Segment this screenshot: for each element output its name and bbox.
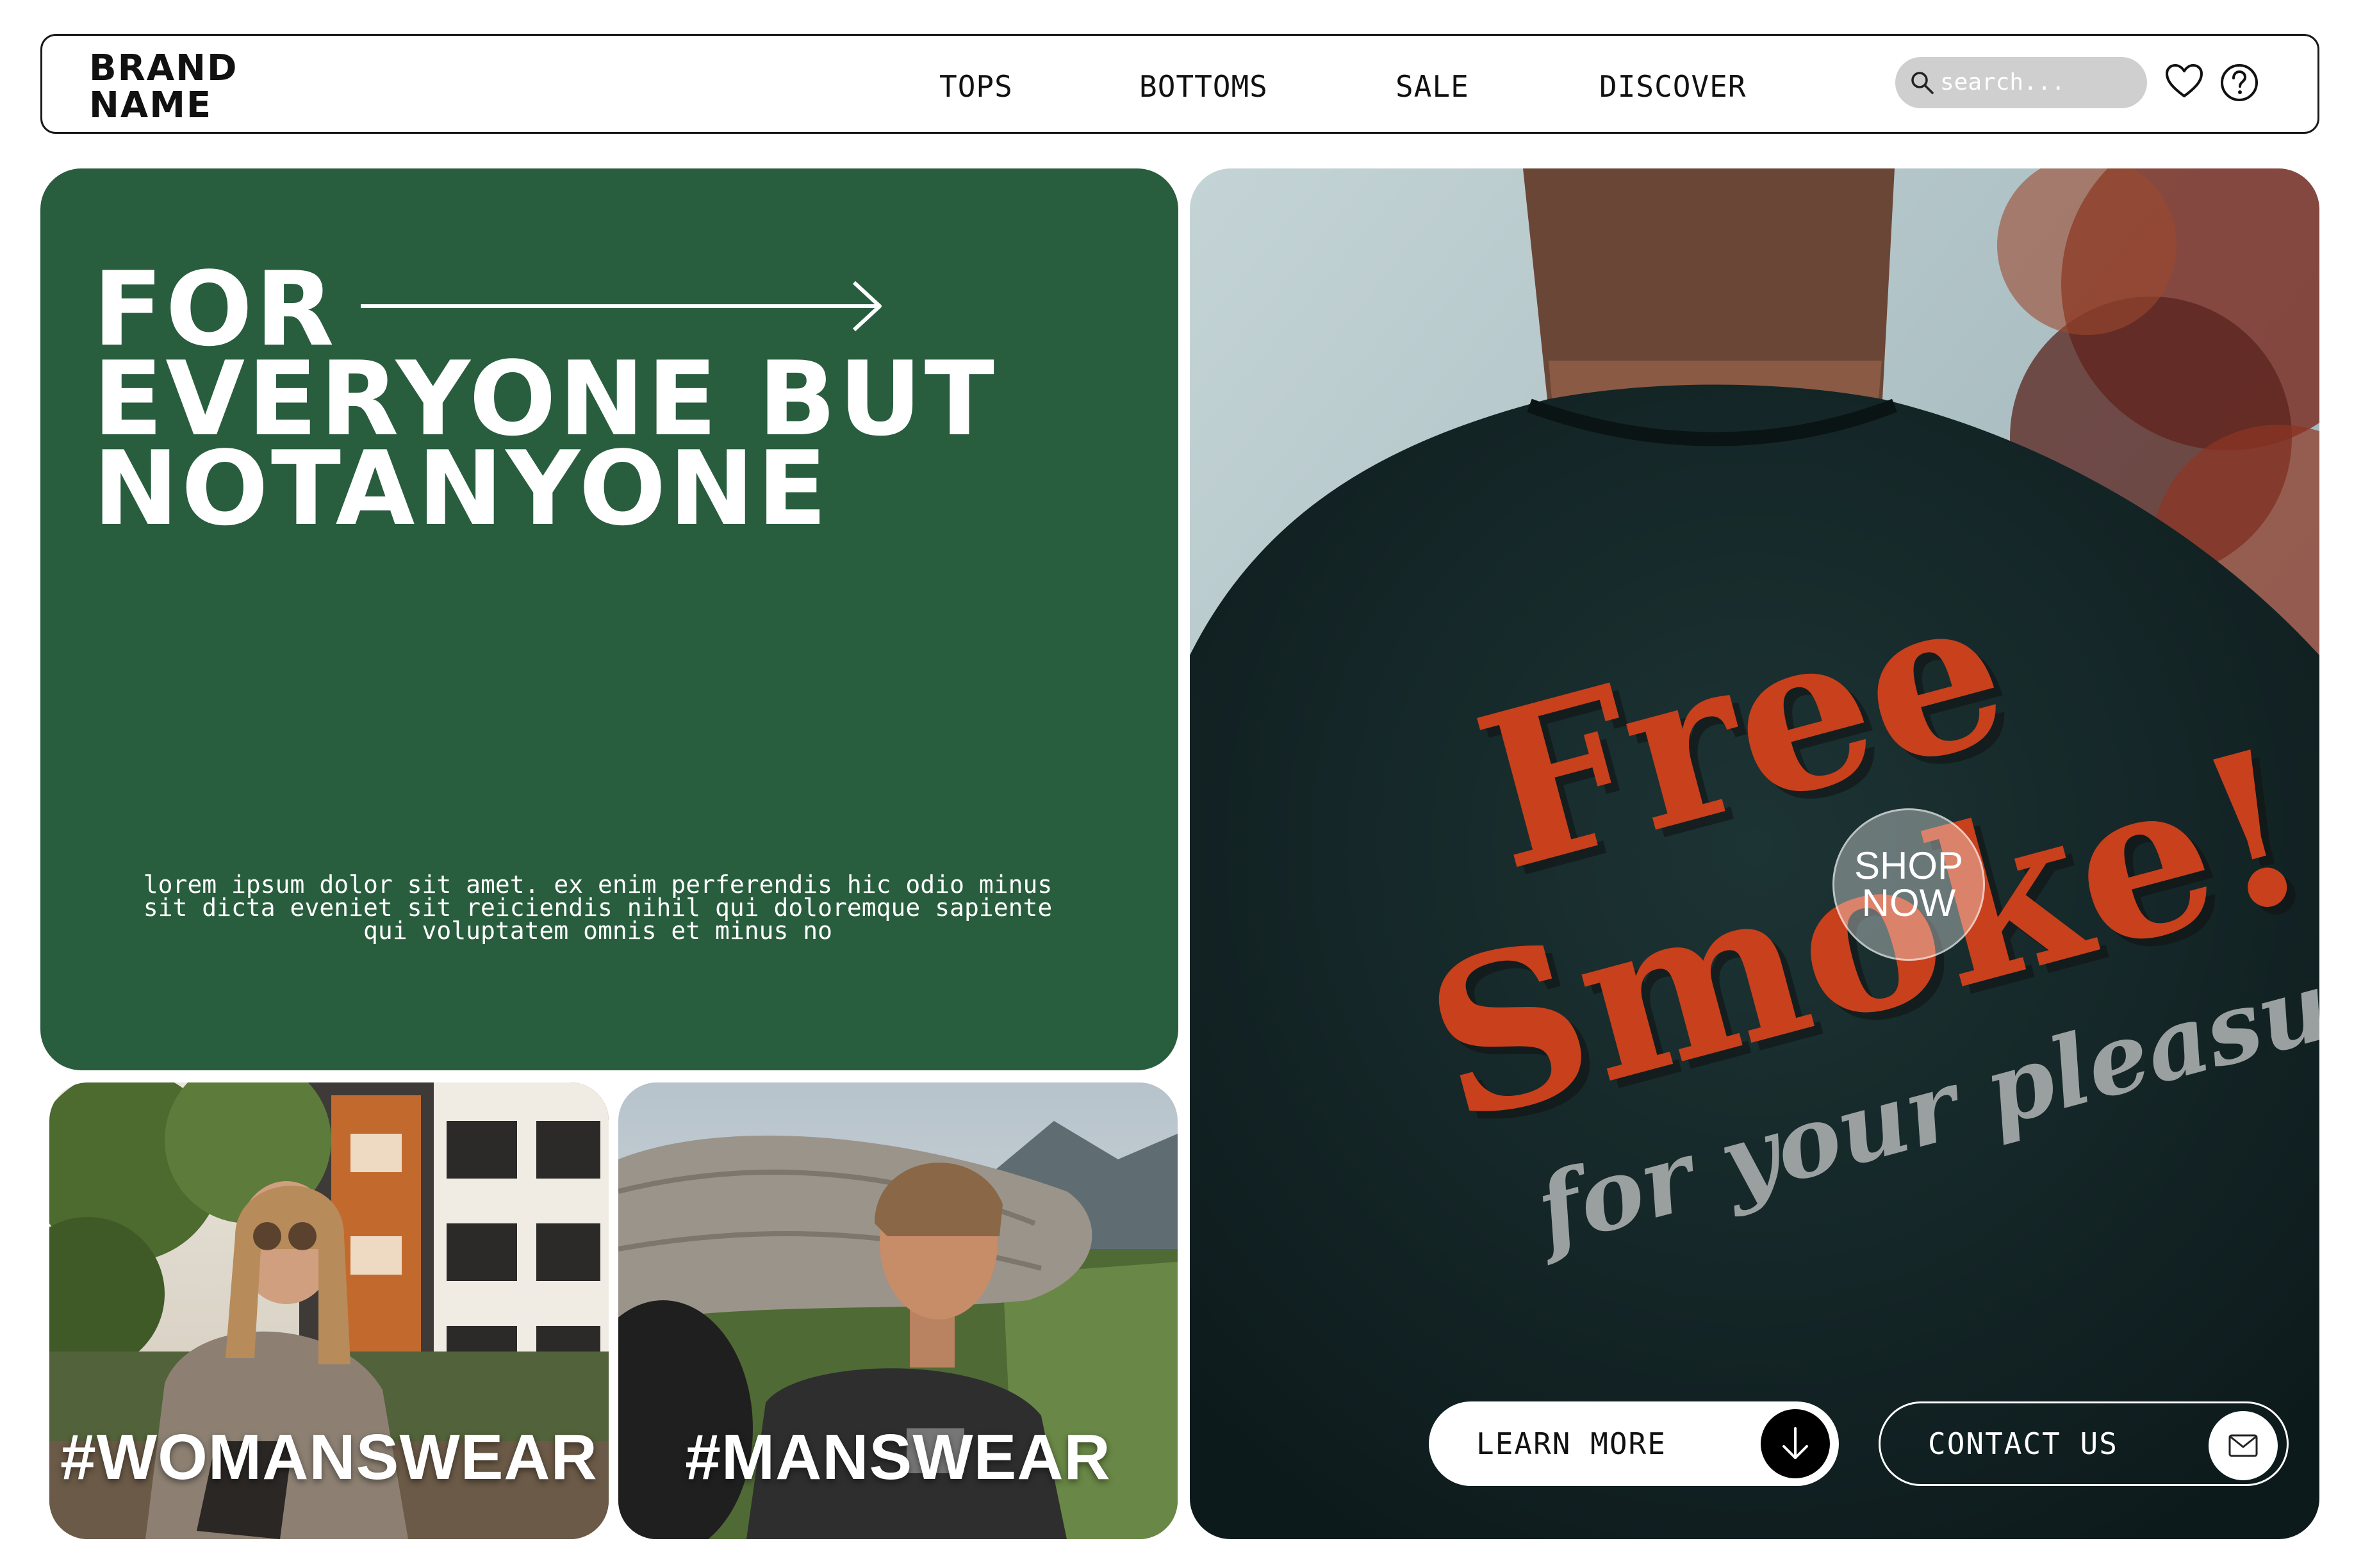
search-bar[interactable] bbox=[1895, 57, 2147, 108]
nav-link-sale[interactable]: SALE bbox=[1395, 69, 1469, 104]
arrow-right-icon bbox=[361, 281, 882, 332]
hero-description: lorem ipsum dolor sit amet. ex enim perf… bbox=[143, 870, 1053, 945]
help-icon[interactable] bbox=[2219, 63, 2259, 102]
featured-photo: Free Free Smoke! Smoke! for your pleasur… bbox=[1190, 168, 2319, 1539]
shop-now-button[interactable]: SHOP NOW bbox=[1832, 808, 1985, 961]
heart-icon[interactable] bbox=[2164, 63, 2204, 100]
top-nav: BRAND NAME TOPS BOTTOMS SALE DISCOVER bbox=[40, 34, 2319, 134]
brand-logo[interactable]: BRAND NAME bbox=[89, 50, 238, 124]
mail-icon bbox=[2209, 1411, 2278, 1480]
nav-link-bottoms[interactable]: BOTTOMS bbox=[1139, 69, 1268, 104]
hero-panel: FOR EVERYONE BUT NOTANYONE lorem ipsum d… bbox=[40, 168, 1178, 1070]
learn-more-label: LEARN MORE bbox=[1476, 1426, 1667, 1461]
category-label-womanswear: #WOMANSWEAR bbox=[60, 1421, 598, 1493]
nav-link-tops[interactable]: TOPS bbox=[939, 69, 1013, 104]
category-card-manswear[interactable]: #MANSWEAR bbox=[618, 1082, 1178, 1539]
category-card-womanswear[interactable]: #WOMANSWEAR bbox=[49, 1082, 609, 1539]
search-input[interactable] bbox=[1940, 63, 2132, 101]
contact-us-button[interactable]: CONTACT US bbox=[1879, 1401, 2289, 1486]
contact-us-label: CONTACT US bbox=[1928, 1426, 2118, 1461]
arrow-down-icon bbox=[1761, 1409, 1830, 1478]
search-icon bbox=[1911, 72, 1934, 94]
category-label-manswear: #MANSWEAR bbox=[685, 1421, 1111, 1493]
sweatshirt-photo: Free Free Smoke! Smoke! for your pleasur… bbox=[1190, 168, 2319, 1539]
nav-link-discover[interactable]: DISCOVER bbox=[1599, 69, 1747, 104]
learn-more-button[interactable]: LEARN MORE bbox=[1429, 1401, 1839, 1486]
